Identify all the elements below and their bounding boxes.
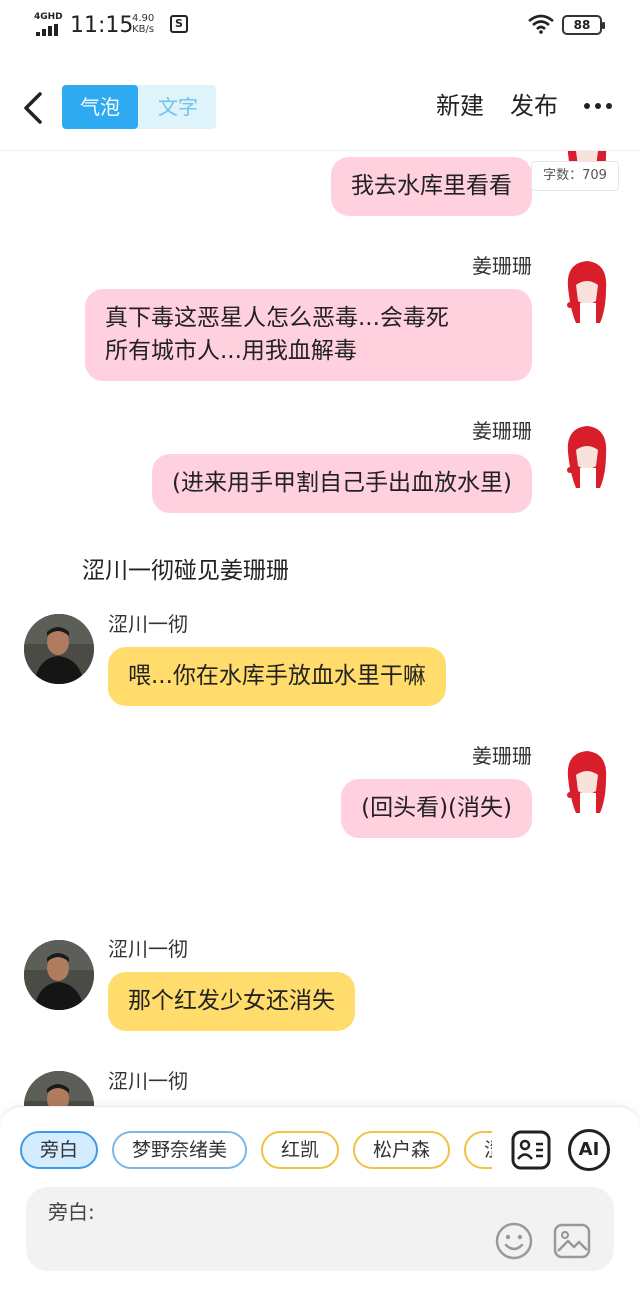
role-chip-narrator[interactable]: 旁白 (20, 1131, 99, 1169)
chat-bubble[interactable]: 我去水库里看看 (331, 157, 532, 216)
ai-button[interactable]: AI (568, 1129, 610, 1171)
speaker-name: 姜珊珊 (472, 254, 532, 278)
chat-bubble[interactable]: 喂...你在水库手放血水里干嘛 (108, 647, 446, 706)
role-card-icon[interactable] (510, 1129, 552, 1171)
speed-unit: KB/s (132, 24, 155, 35)
chat-bubble[interactable]: (回头看)(消失) (341, 779, 532, 838)
character-avatar[interactable] (24, 940, 94, 1010)
tab-text[interactable]: 文字 (140, 85, 216, 129)
speaker-name: 姜珊珊 (472, 419, 532, 443)
input-role-label: 旁白: (48, 1200, 95, 1224)
new-button[interactable]: 新建 (436, 88, 484, 124)
character-avatar[interactable] (560, 422, 614, 494)
tab-bubble[interactable]: 气泡 (62, 85, 138, 129)
signal-icon: 4GHD (34, 12, 64, 36)
network-speed: 4.90 KB/s (132, 13, 154, 35)
role-selector: 旁白梦野奈绪美红凯松户森涩 (20, 1131, 492, 1171)
mode-toggle: 气泡 文字 (62, 85, 216, 129)
character-avatar[interactable] (24, 1071, 94, 1106)
avatar-image (24, 940, 94, 1010)
word-count: 字数：709 (531, 161, 619, 191)
app-notification-icon: S (170, 15, 188, 33)
role-chip[interactable]: 红凯 (261, 1131, 340, 1169)
role-chip[interactable]: 涩 (464, 1131, 492, 1169)
bubble-line: 所有城市人...用我血解毒 (105, 338, 357, 364)
role-chip[interactable]: 松户森 (353, 1131, 451, 1169)
avatar-image (24, 614, 94, 684)
role-chip[interactable]: 梦野奈绪美 (112, 1131, 248, 1169)
compose-panel: 旁白梦野奈绪美红凯松户森涩 AI 旁白: (0, 1106, 640, 1298)
narration-text[interactable]: 涩川一彻碰见姜珊珊 (82, 555, 289, 587)
character-avatar[interactable] (560, 747, 614, 819)
image-icon[interactable] (552, 1221, 592, 1261)
chat-bubble[interactable]: 那个红发少女还消失 (108, 972, 355, 1031)
speaker-name: 姜珊珊 (472, 744, 532, 768)
network-type: 4GHD (34, 12, 63, 22)
character-avatar[interactable] (24, 614, 94, 684)
chat-bubble[interactable]: 真下毒这恶星人怎么恶毒...会毒死 所有城市人...用我血解毒 (85, 289, 532, 381)
status-bar: 4GHD 11:15 4.90 KB/s S 88 (0, 0, 640, 50)
speaker-name: 涩川一彻 (108, 1069, 188, 1093)
battery-icon: 88 (562, 15, 605, 35)
speed-value: 4.90 (132, 13, 155, 24)
emoji-icon[interactable] (494, 1221, 534, 1261)
character-avatar[interactable] (560, 257, 614, 329)
speaker-name: 涩川一彻 (108, 612, 188, 636)
message-input[interactable]: 旁白: (26, 1187, 614, 1271)
more-icon[interactable] (584, 94, 616, 118)
chat-bubble[interactable]: (进来用手甲割自己手出血放水里) (152, 454, 532, 513)
wifi-icon (528, 14, 554, 34)
top-nav: 气泡 文字 新建 发布 (0, 70, 640, 150)
speaker-name: 涩川一彻 (108, 937, 188, 961)
avatar-image (24, 1071, 94, 1106)
back-icon[interactable] (14, 88, 54, 128)
chat-area[interactable]: 我去水库里看看 字数：709 姜珊珊 真下毒这恶星人怎么恶毒...会毒死 所有城… (0, 151, 640, 1106)
publish-button[interactable]: 发布 (510, 88, 558, 124)
clock: 11:15 (70, 13, 134, 38)
bubble-line: 真下毒这恶星人怎么恶毒...会毒死 (105, 305, 449, 331)
